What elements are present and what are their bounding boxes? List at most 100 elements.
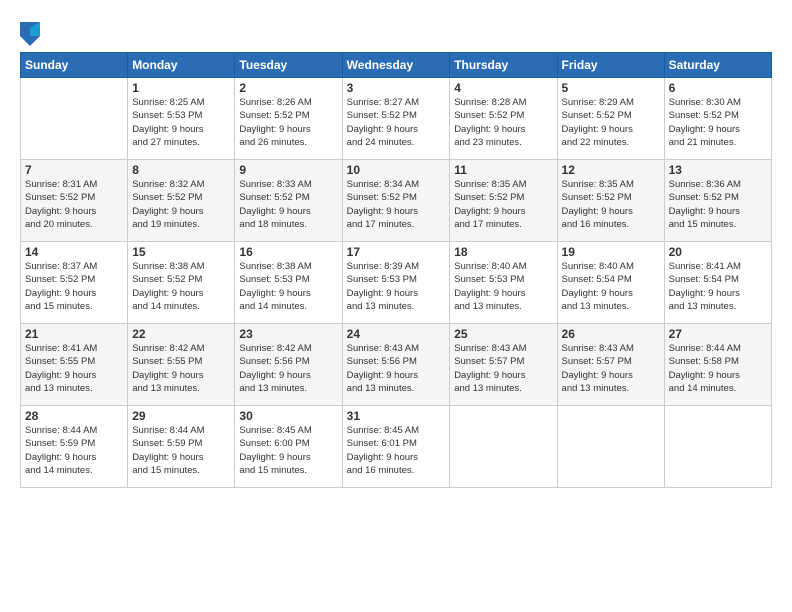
day-number: 10 xyxy=(347,163,446,177)
day-info: Sunrise: 8:35 AM Sunset: 5:52 PM Dayligh… xyxy=(454,178,552,231)
day-info: Sunrise: 8:30 AM Sunset: 5:52 PM Dayligh… xyxy=(669,96,767,149)
day-info: Sunrise: 8:29 AM Sunset: 5:52 PM Dayligh… xyxy=(562,96,660,149)
day-info: Sunrise: 8:27 AM Sunset: 5:52 PM Dayligh… xyxy=(347,96,446,149)
page: SundayMondayTuesdayWednesdayThursdayFrid… xyxy=(0,0,792,612)
day-number: 30 xyxy=(239,409,337,423)
day-cell: 31Sunrise: 8:45 AM Sunset: 6:01 PM Dayli… xyxy=(342,406,450,488)
day-info: Sunrise: 8:26 AM Sunset: 5:52 PM Dayligh… xyxy=(239,96,337,149)
day-number: 23 xyxy=(239,327,337,341)
day-cell: 23Sunrise: 8:42 AM Sunset: 5:56 PM Dayli… xyxy=(235,324,342,406)
weekday-header-row: SundayMondayTuesdayWednesdayThursdayFrid… xyxy=(21,53,772,78)
day-number: 9 xyxy=(239,163,337,177)
day-cell: 10Sunrise: 8:34 AM Sunset: 5:52 PM Dayli… xyxy=(342,160,450,242)
day-info: Sunrise: 8:42 AM Sunset: 5:55 PM Dayligh… xyxy=(132,342,230,395)
day-cell: 20Sunrise: 8:41 AM Sunset: 5:54 PM Dayli… xyxy=(664,242,771,324)
weekday-tuesday: Tuesday xyxy=(235,53,342,78)
week-row-1: 1Sunrise: 8:25 AM Sunset: 5:53 PM Daylig… xyxy=(21,78,772,160)
day-info: Sunrise: 8:33 AM Sunset: 5:52 PM Dayligh… xyxy=(239,178,337,231)
day-cell: 5Sunrise: 8:29 AM Sunset: 5:52 PM Daylig… xyxy=(557,78,664,160)
day-cell: 4Sunrise: 8:28 AM Sunset: 5:52 PM Daylig… xyxy=(450,78,557,160)
week-row-4: 21Sunrise: 8:41 AM Sunset: 5:55 PM Dayli… xyxy=(21,324,772,406)
day-info: Sunrise: 8:35 AM Sunset: 5:52 PM Dayligh… xyxy=(562,178,660,231)
day-number: 12 xyxy=(562,163,660,177)
day-number: 16 xyxy=(239,245,337,259)
day-info: Sunrise: 8:44 AM Sunset: 5:59 PM Dayligh… xyxy=(25,424,123,477)
day-number: 29 xyxy=(132,409,230,423)
day-number: 31 xyxy=(347,409,446,423)
day-number: 2 xyxy=(239,81,337,95)
weekday-sunday: Sunday xyxy=(21,53,128,78)
day-cell: 8Sunrise: 8:32 AM Sunset: 5:52 PM Daylig… xyxy=(128,160,235,242)
day-cell: 29Sunrise: 8:44 AM Sunset: 5:59 PM Dayli… xyxy=(128,406,235,488)
day-number: 19 xyxy=(562,245,660,259)
day-number: 18 xyxy=(454,245,552,259)
weekday-monday: Monday xyxy=(128,53,235,78)
day-number: 20 xyxy=(669,245,767,259)
day-cell: 7Sunrise: 8:31 AM Sunset: 5:52 PM Daylig… xyxy=(21,160,128,242)
day-cell: 19Sunrise: 8:40 AM Sunset: 5:54 PM Dayli… xyxy=(557,242,664,324)
day-info: Sunrise: 8:45 AM Sunset: 6:01 PM Dayligh… xyxy=(347,424,446,477)
day-number: 13 xyxy=(669,163,767,177)
day-cell: 3Sunrise: 8:27 AM Sunset: 5:52 PM Daylig… xyxy=(342,78,450,160)
weekday-saturday: Saturday xyxy=(664,53,771,78)
day-number: 27 xyxy=(669,327,767,341)
day-cell: 30Sunrise: 8:45 AM Sunset: 6:00 PM Dayli… xyxy=(235,406,342,488)
day-number: 4 xyxy=(454,81,552,95)
header xyxy=(20,18,772,46)
day-number: 17 xyxy=(347,245,446,259)
day-cell: 2Sunrise: 8:26 AM Sunset: 5:52 PM Daylig… xyxy=(235,78,342,160)
week-row-5: 28Sunrise: 8:44 AM Sunset: 5:59 PM Dayli… xyxy=(21,406,772,488)
week-row-3: 14Sunrise: 8:37 AM Sunset: 5:52 PM Dayli… xyxy=(21,242,772,324)
day-cell: 6Sunrise: 8:30 AM Sunset: 5:52 PM Daylig… xyxy=(664,78,771,160)
weekday-wednesday: Wednesday xyxy=(342,53,450,78)
day-number: 15 xyxy=(132,245,230,259)
day-cell: 25Sunrise: 8:43 AM Sunset: 5:57 PM Dayli… xyxy=(450,324,557,406)
calendar: SundayMondayTuesdayWednesdayThursdayFrid… xyxy=(20,52,772,488)
weekday-friday: Friday xyxy=(557,53,664,78)
day-info: Sunrise: 8:44 AM Sunset: 5:58 PM Dayligh… xyxy=(669,342,767,395)
day-cell: 16Sunrise: 8:38 AM Sunset: 5:53 PM Dayli… xyxy=(235,242,342,324)
day-cell: 1Sunrise: 8:25 AM Sunset: 5:53 PM Daylig… xyxy=(128,78,235,160)
day-number: 5 xyxy=(562,81,660,95)
day-cell: 22Sunrise: 8:42 AM Sunset: 5:55 PM Dayli… xyxy=(128,324,235,406)
day-number: 14 xyxy=(25,245,123,259)
day-cell: 11Sunrise: 8:35 AM Sunset: 5:52 PM Dayli… xyxy=(450,160,557,242)
day-number: 22 xyxy=(132,327,230,341)
day-number: 6 xyxy=(669,81,767,95)
day-info: Sunrise: 8:43 AM Sunset: 5:57 PM Dayligh… xyxy=(454,342,552,395)
day-cell: 26Sunrise: 8:43 AM Sunset: 5:57 PM Dayli… xyxy=(557,324,664,406)
day-cell: 27Sunrise: 8:44 AM Sunset: 5:58 PM Dayli… xyxy=(664,324,771,406)
day-cell: 9Sunrise: 8:33 AM Sunset: 5:52 PM Daylig… xyxy=(235,160,342,242)
day-number: 1 xyxy=(132,81,230,95)
day-info: Sunrise: 8:34 AM Sunset: 5:52 PM Dayligh… xyxy=(347,178,446,231)
day-cell: 14Sunrise: 8:37 AM Sunset: 5:52 PM Dayli… xyxy=(21,242,128,324)
day-number: 3 xyxy=(347,81,446,95)
day-info: Sunrise: 8:41 AM Sunset: 5:55 PM Dayligh… xyxy=(25,342,123,395)
day-info: Sunrise: 8:43 AM Sunset: 5:57 PM Dayligh… xyxy=(562,342,660,395)
week-row-2: 7Sunrise: 8:31 AM Sunset: 5:52 PM Daylig… xyxy=(21,160,772,242)
day-cell xyxy=(664,406,771,488)
day-cell: 24Sunrise: 8:43 AM Sunset: 5:56 PM Dayli… xyxy=(342,324,450,406)
day-info: Sunrise: 8:38 AM Sunset: 5:53 PM Dayligh… xyxy=(239,260,337,313)
day-info: Sunrise: 8:25 AM Sunset: 5:53 PM Dayligh… xyxy=(132,96,230,149)
day-cell: 17Sunrise: 8:39 AM Sunset: 5:53 PM Dayli… xyxy=(342,242,450,324)
day-info: Sunrise: 8:42 AM Sunset: 5:56 PM Dayligh… xyxy=(239,342,337,395)
day-info: Sunrise: 8:28 AM Sunset: 5:52 PM Dayligh… xyxy=(454,96,552,149)
day-cell xyxy=(557,406,664,488)
day-cell: 13Sunrise: 8:36 AM Sunset: 5:52 PM Dayli… xyxy=(664,160,771,242)
day-info: Sunrise: 8:40 AM Sunset: 5:53 PM Dayligh… xyxy=(454,260,552,313)
day-number: 24 xyxy=(347,327,446,341)
day-cell: 15Sunrise: 8:38 AM Sunset: 5:52 PM Dayli… xyxy=(128,242,235,324)
day-cell: 21Sunrise: 8:41 AM Sunset: 5:55 PM Dayli… xyxy=(21,324,128,406)
day-cell: 28Sunrise: 8:44 AM Sunset: 5:59 PM Dayli… xyxy=(21,406,128,488)
day-cell: 12Sunrise: 8:35 AM Sunset: 5:52 PM Dayli… xyxy=(557,160,664,242)
logo-icon xyxy=(20,22,40,46)
day-number: 8 xyxy=(132,163,230,177)
logo xyxy=(20,22,42,46)
day-info: Sunrise: 8:39 AM Sunset: 5:53 PM Dayligh… xyxy=(347,260,446,313)
day-info: Sunrise: 8:40 AM Sunset: 5:54 PM Dayligh… xyxy=(562,260,660,313)
day-info: Sunrise: 8:41 AM Sunset: 5:54 PM Dayligh… xyxy=(669,260,767,313)
day-cell xyxy=(21,78,128,160)
day-info: Sunrise: 8:43 AM Sunset: 5:56 PM Dayligh… xyxy=(347,342,446,395)
day-cell: 18Sunrise: 8:40 AM Sunset: 5:53 PM Dayli… xyxy=(450,242,557,324)
